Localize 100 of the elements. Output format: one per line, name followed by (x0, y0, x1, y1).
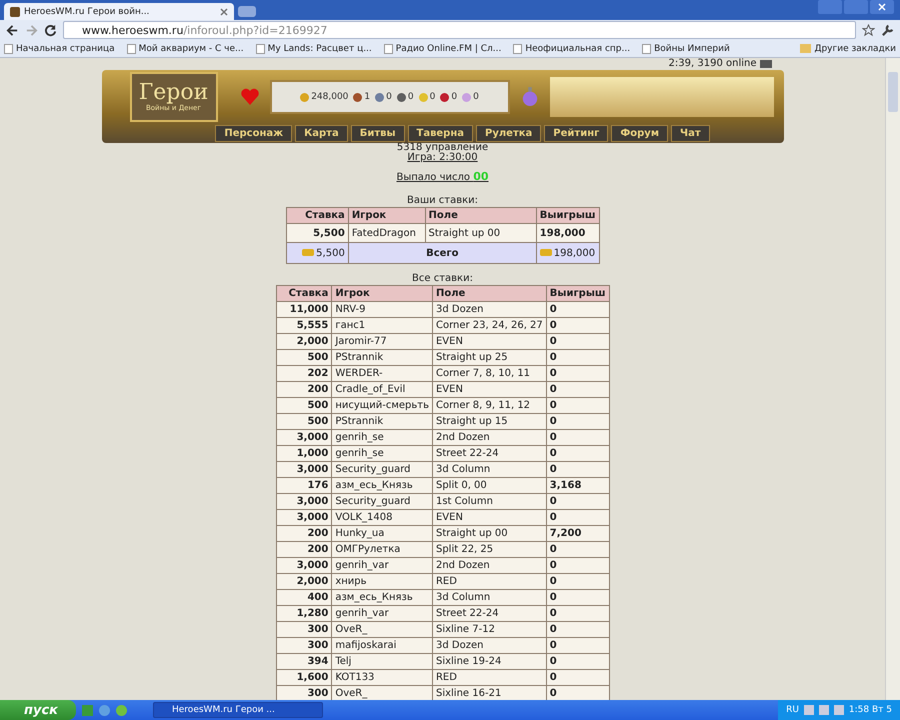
table-cell: 0 (546, 494, 609, 510)
table-cell: 0 (546, 302, 609, 318)
table-cell: 3d Column (432, 462, 546, 478)
table-cell: 3,000 (276, 430, 332, 446)
table-cell: 0 (546, 462, 609, 478)
table-cell: Street 22-24 (432, 446, 546, 462)
table-cell: 0 (546, 318, 609, 334)
table-cell: 0 (546, 558, 609, 574)
table-cell: 0 (546, 366, 609, 382)
table-cell: KOT133 (332, 670, 432, 686)
bookmark-link[interactable]: Неофициальная спр... (513, 44, 630, 54)
game-info: 5318 управление (396, 143, 488, 153)
column-header: Поле (432, 286, 546, 302)
back-icon[interactable] (6, 24, 19, 36)
table-cell: 3,000 (276, 510, 332, 526)
table-cell: OveR_ (332, 622, 432, 638)
bookmark-folder[interactable]: Другие закладки (800, 44, 896, 54)
nav-button[interactable]: Рулетка (476, 125, 542, 142)
coins-icon (540, 248, 552, 256)
table-cell: 300 (276, 638, 332, 654)
bookmark-link[interactable]: Начальная страница (4, 44, 115, 54)
table-cell: Split 22, 25 (432, 542, 546, 558)
bookmark-link[interactable]: My Lands: Расцвет ц... (256, 44, 372, 54)
table-cell: нисущий-смерьть (332, 398, 432, 414)
table-cell: ОМГРулетка (332, 542, 432, 558)
table-cell: Corner 7, 8, 10, 11 (432, 366, 546, 382)
table-caption: Все ставки: (412, 273, 473, 285)
table-cell: 3,000 (276, 462, 332, 478)
resource-amount: 1 (364, 92, 370, 102)
nav-button[interactable]: Рейтинг (544, 125, 608, 142)
reload-icon[interactable] (44, 24, 57, 36)
table-cell: Sixline 19-24 (432, 654, 546, 670)
resource-amount: 0 (430, 92, 436, 102)
column-header: Поле (425, 208, 536, 224)
table-cell: 5,555 (276, 318, 332, 334)
new-tab-button[interactable] (238, 6, 256, 17)
bookmark-link[interactable]: Радио Online.FM | Сл... (384, 44, 502, 54)
table-cell: EVEN (432, 334, 546, 350)
nav-button[interactable]: Форум (611, 125, 668, 142)
logo-title: Герои (138, 82, 208, 104)
table-cell: 0 (546, 622, 609, 638)
column-header: Игрок (348, 208, 425, 224)
close-icon[interactable] (870, 0, 894, 14)
table-cell: 11,000 (276, 302, 332, 318)
flask-icon (520, 87, 538, 107)
table-cell: азм_есь_Князь (332, 478, 432, 494)
column-header: Ставка (276, 286, 332, 302)
table-cell: 0 (546, 670, 609, 686)
wrench-icon[interactable] (881, 24, 894, 36)
table-cell: 2,000 (276, 334, 332, 350)
table-cell: PStrannik (332, 350, 432, 366)
table-cell: Corner 23, 24, 26, 27 (432, 318, 546, 334)
browser-tab[interactable]: HeroesWM.ru Герои войн... (4, 3, 234, 20)
table-cell: 0 (546, 334, 609, 350)
table-cell: 0 (546, 398, 609, 414)
table-cell: 3,000 (276, 558, 332, 574)
close-tab-icon[interactable] (220, 8, 228, 16)
nav-button[interactable]: Персонаж (215, 125, 292, 142)
table-cell: Hunky_ua (332, 526, 432, 542)
bookmark-link[interactable]: Мой аквариум - С че... (126, 44, 244, 54)
table-cell: 200 (276, 382, 332, 398)
resource-amount: 248,000 (311, 92, 348, 102)
nav-button[interactable]: Карта (295, 125, 348, 142)
table-cell: 7,200 (546, 526, 609, 542)
star-icon[interactable] (862, 24, 875, 36)
table-cell: 394 (276, 654, 332, 670)
result-text[interactable]: Выпало число 00 (396, 172, 489, 183)
table-cell: Corner 8, 9, 11, 12 (432, 398, 546, 414)
table-cell: Security_guard (332, 494, 432, 510)
table-cell: Straight up 15 (432, 414, 546, 430)
game-link[interactable]: Игра: 2:30:00 (407, 152, 478, 163)
nav-button[interactable]: Чат (671, 125, 710, 142)
nav-button[interactable]: Битвы (350, 125, 404, 142)
table-cell: mafijoskarai (332, 638, 432, 654)
table-cell: 2,000 (276, 574, 332, 590)
bookmark-link[interactable]: Войны Империй (642, 44, 730, 54)
table-caption: Ваши ставки: (406, 195, 478, 207)
table-cell: genrih_var (332, 558, 432, 574)
taskbar-window-button[interactable]: HeroesWM.ru Герои ... (153, 702, 323, 718)
table-cell: EVEN (432, 510, 546, 526)
table-cell: 500 (276, 414, 332, 430)
forward-icon[interactable] (25, 24, 38, 36)
table-cell: 198,000 (536, 242, 599, 264)
table-cell: Security_guard (332, 462, 432, 478)
table-cell: Street 22-24 (432, 606, 546, 622)
table-cell: 0 (546, 510, 609, 526)
resource-amount: 0 (386, 92, 392, 102)
table-cell: EVEN (432, 382, 546, 398)
table-cell: Straight up 25 (432, 350, 546, 366)
heart-icon (240, 88, 260, 106)
table-cell: 1st Column (432, 494, 546, 510)
table-cell: 0 (546, 590, 609, 606)
table-cell: 3,000 (276, 494, 332, 510)
table-cell: азм_есь_Князь (332, 590, 432, 606)
address-field[interactable]: www.heroeswm.ru/inforoul.php?id=2169927 (63, 21, 856, 39)
table-cell: 0 (546, 638, 609, 654)
nav-button[interactable]: Таверна (408, 125, 473, 142)
column-header: Выигрыш (536, 208, 599, 224)
globe-icon[interactable] (99, 704, 110, 716)
table-cell: 0 (546, 654, 609, 670)
